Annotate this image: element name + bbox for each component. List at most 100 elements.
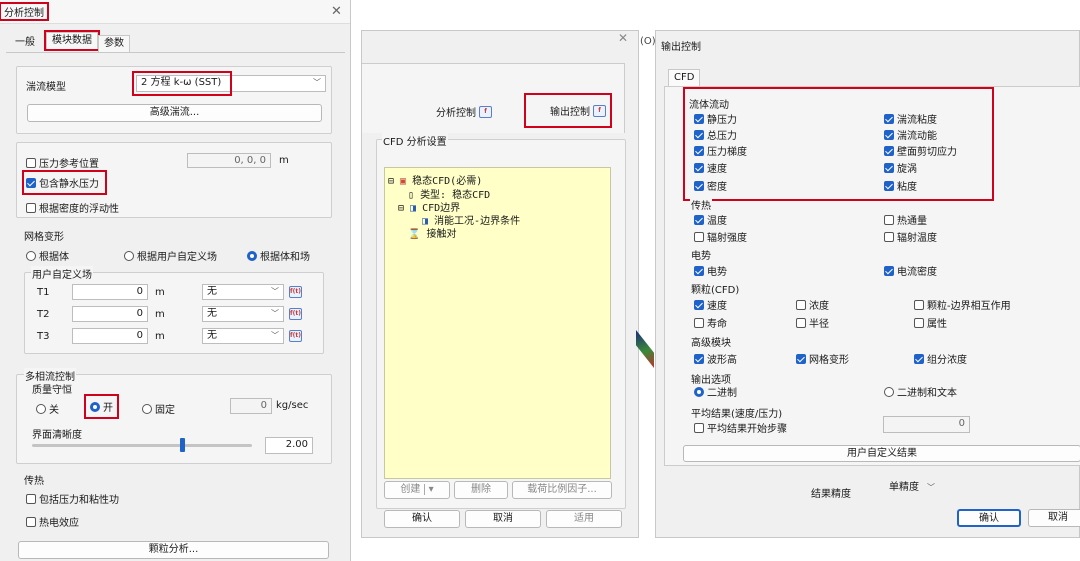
checkbox-icon <box>26 493 36 504</box>
heat-flux[interactable]: 热通量 <box>884 212 927 227</box>
radio-selected-icon <box>90 401 100 412</box>
heat-temperature[interactable]: 温度 <box>694 212 727 227</box>
interface-slider-thumb[interactable] <box>179 438 185 452</box>
radio-binary-text[interactable]: 二进制和文本 <box>884 384 957 399</box>
fluid-static-pressure[interactable]: 静压力 <box>694 111 737 126</box>
delete-button[interactable]: 删除 <box>454 481 508 499</box>
checkbox-checked-icon <box>694 129 704 140</box>
particle-radius[interactable]: 半径 <box>796 315 829 330</box>
tree-contact[interactable]: ⌛ 接触对 <box>408 225 456 240</box>
interface-label: 界面清晰度 <box>32 430 82 441</box>
mass-input[interactable]: 0 <box>230 398 272 414</box>
row-t1-input[interactable]: 0 <box>72 284 148 300</box>
radio-fixed[interactable]: 固定 <box>142 401 175 416</box>
particle-boundary-interaction[interactable]: 颗粒-边界相互作用 <box>914 297 1011 312</box>
close-icon[interactable]: ✕ <box>618 31 628 45</box>
function-icon[interactable]: f(t) <box>289 307 302 320</box>
fluid-turb-energy[interactable]: 湍流动能 <box>884 127 937 142</box>
tree-root[interactable]: ⊟ ▣ 稳态CFD(必需) <box>388 172 482 187</box>
tab-parameters[interactable]: 参数 <box>98 35 130 52</box>
ok-button[interactable]: 确认 <box>384 510 460 528</box>
buoyancy-checkbox[interactable]: 根据密度的浮动性 <box>26 200 119 215</box>
heat-radiation-temp[interactable]: 辐射温度 <box>884 229 937 244</box>
interface-input[interactable]: 2.00 <box>265 437 313 454</box>
cancel-button[interactable]: 取消 <box>465 510 541 528</box>
pressure-ref-checkbox[interactable]: 压力参考位置 <box>26 155 99 170</box>
pressure-ref-input[interactable]: 0, 0, 0 <box>187 153 271 168</box>
row-t2-input[interactable]: 0 <box>72 306 148 322</box>
function-icon[interactable]: f(t) <box>289 329 302 342</box>
tab-cfd[interactable]: CFD <box>668 69 701 86</box>
function-icon[interactable]: f(t) <box>289 285 302 298</box>
row-t2-label: T2 <box>37 309 50 320</box>
dialog-titlebar <box>0 0 350 24</box>
close-icon[interactable]: ✕ <box>331 4 342 19</box>
adv-mesh-deform[interactable]: 网格变形 <box>796 351 849 366</box>
checkbox-icon <box>26 157 36 168</box>
include-static-checkbox[interactable]: 包含静水压力 <box>22 170 107 195</box>
radio-by-user-field[interactable]: 根据用户自定义场 <box>124 248 217 263</box>
row-t2-select-value: 无 <box>207 308 217 319</box>
analysis-control-button[interactable]: 分析控制 f <box>436 104 492 119</box>
load-factor-button[interactable]: 载荷比例因子... <box>512 481 612 499</box>
heat-radiation-intensity[interactable]: 辐射强度 <box>694 229 747 244</box>
particle-property[interactable]: 属性 <box>914 315 947 330</box>
advanced-turbulence-button[interactable]: 高级湍流... <box>27 104 322 122</box>
user-defined-result-button[interactable]: 用户自定义结果 <box>683 445 1080 462</box>
particle-property-label: 属性 <box>927 319 947 330</box>
thermoelectric-checkbox[interactable]: 热电效应 <box>26 514 79 529</box>
adv-wave-height[interactable]: 波形高 <box>694 351 737 366</box>
checkbox-icon <box>914 299 924 310</box>
elec-current-density[interactable]: 电流密度 <box>884 263 937 278</box>
user-field-title: 用户自定义场 <box>31 266 93 281</box>
precision-select[interactable]: 单精度 ﹀ <box>885 481 939 498</box>
radio-binary[interactable]: 二进制 <box>694 384 737 399</box>
adv-mesh-deform-label: 网格变形 <box>809 355 849 366</box>
average-start-input[interactable]: 0 <box>883 416 970 433</box>
radio-body-and-field[interactable]: 根据体和场 <box>247 248 327 263</box>
row-t2-select[interactable]: 无 ﹀ <box>202 306 284 322</box>
fluid-pressure-gradient[interactable]: 压力梯度 <box>694 143 747 158</box>
tab-module-data[interactable]: 模块数据 <box>44 30 100 51</box>
fluid-wall-shear[interactable]: 壁面剪切应力 <box>884 143 957 158</box>
row-t3-input[interactable]: 0 <box>72 328 148 344</box>
tab-general[interactable]: 一般 <box>10 35 40 51</box>
radio-fixed-label: 固定 <box>155 405 175 416</box>
checkbox-checked-icon <box>884 113 894 124</box>
radio-by-body-label: 根据体 <box>39 252 69 263</box>
chevron-down-icon: ﹀ <box>271 309 279 318</box>
fluid-density[interactable]: 密度 <box>694 178 727 193</box>
apply-button[interactable]: 适用 <box>546 510 622 528</box>
fluid-total-pressure[interactable]: 总压力 <box>694 127 737 142</box>
fluid-vortex[interactable]: 旋涡 <box>884 160 917 175</box>
row-t1-select[interactable]: 无 ﹀ <box>202 284 284 300</box>
output-control-button[interactable]: 输出控制 f <box>524 93 612 128</box>
average-start-checkbox[interactable]: 平均结果开始步骤 <box>694 420 787 435</box>
adv-species-concentration[interactable]: 组分浓度 <box>914 351 967 366</box>
elec-potential[interactable]: 电势 <box>694 263 727 278</box>
analysis-control-label: 分析控制 <box>436 108 476 119</box>
fluid-viscosity[interactable]: 粘度 <box>884 178 917 193</box>
fluid-velocity[interactable]: 速度 <box>694 160 727 175</box>
checkbox-checked-icon <box>796 353 806 364</box>
interface-slider-track[interactable] <box>32 444 252 447</box>
particle-analysis-button[interactable]: 颗粒分析... <box>18 541 329 559</box>
chevron-down-icon: ﹀ <box>271 331 279 340</box>
fluid-turb-viscosity[interactable]: 湍流粘度 <box>884 111 937 126</box>
tab-divider <box>6 52 345 53</box>
particle-concentration[interactable]: 浓度 <box>796 297 829 312</box>
row-t3-select[interactable]: 无 ﹀ <box>202 328 284 344</box>
create-button[interactable]: 创建 ▾ <box>384 481 450 499</box>
ok-button[interactable]: 确认 <box>957 509 1021 527</box>
radio-off[interactable]: 关 <box>36 401 59 416</box>
radio-on[interactable]: 开 <box>84 394 119 419</box>
radio-icon <box>884 386 894 397</box>
particle-lifetime[interactable]: 寿命 <box>694 315 727 330</box>
checkbox-checked-icon <box>884 145 894 156</box>
pressure-work-checkbox[interactable]: 包括压力和粘性功 <box>26 491 119 506</box>
cancel-button[interactable]: 取消 <box>1028 509 1080 527</box>
particle-velocity[interactable]: 速度 <box>694 297 727 312</box>
radio-by-body[interactable]: 根据体 <box>26 248 69 263</box>
radio-selected-icon <box>694 386 704 397</box>
heat-temperature-label: 温度 <box>707 216 727 227</box>
